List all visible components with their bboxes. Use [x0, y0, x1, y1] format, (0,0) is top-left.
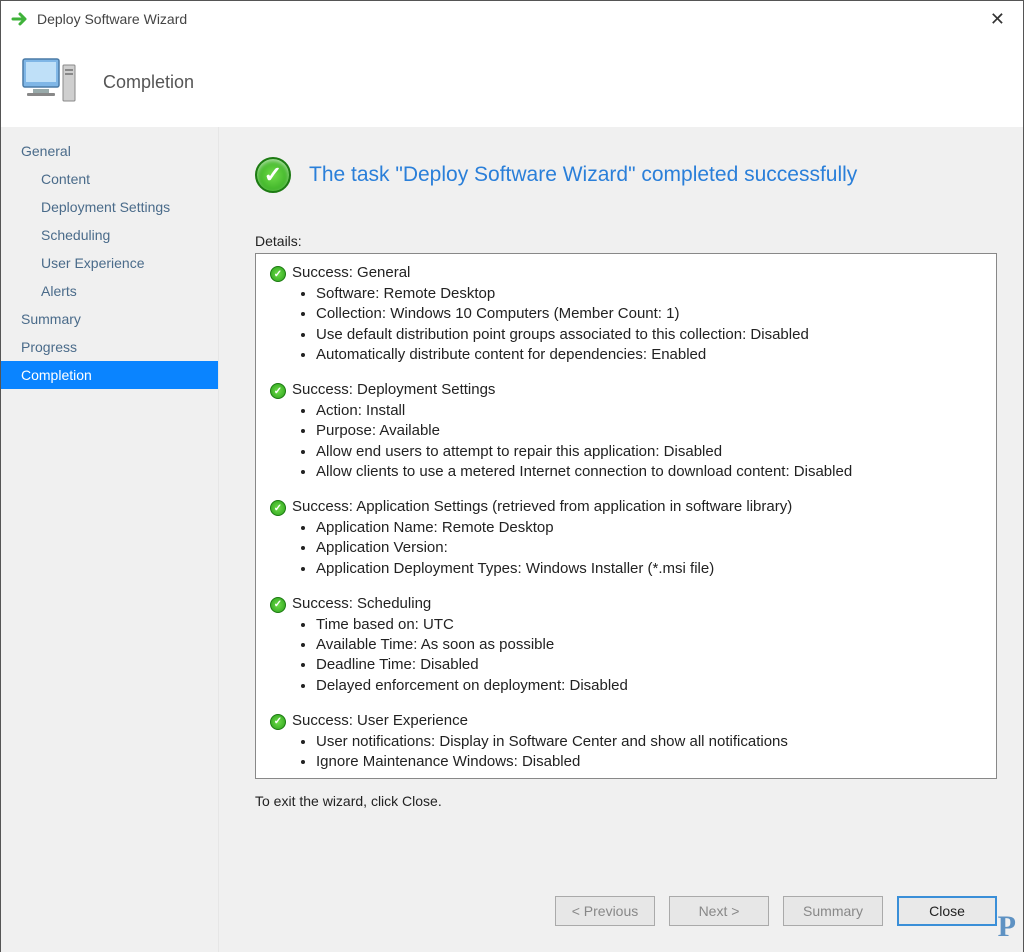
details-group-list: Software: Remote DesktopCollection: Wind… — [270, 284, 982, 365]
details-group: ✓ Success: User Experience User notificati… — [270, 712, 982, 773]
details-group-title: Success: General — [292, 264, 410, 281]
computer-icon — [21, 55, 79, 110]
wizard-header: Completion — [1, 37, 1023, 127]
details-group: ✓ Success: Deployment Settings Action: Ins… — [270, 381, 982, 482]
sidebar-item-content[interactable]: Content — [1, 165, 218, 193]
wizard-body: GeneralContentDeployment SettingsSchedul… — [1, 127, 1023, 952]
details-group-head: ✓ Success: General — [270, 264, 982, 282]
details-group-head: ✓ Success: Application Settings (retrieve… — [270, 498, 982, 516]
sidebar-item-scheduling[interactable]: Scheduling — [1, 221, 218, 249]
details-group-head: ✓ Success: Deployment Settings — [270, 381, 982, 399]
details-item: Action: Install — [316, 401, 982, 421]
wizard-content: ✓ The task "Deploy Software Wizard" comp… — [219, 127, 1023, 952]
success-banner: ✓ The task "Deploy Software Wizard" comp… — [255, 157, 997, 193]
sidebar-item-user-experience[interactable]: User Experience — [1, 249, 218, 277]
details-item: Allow end users to attempt to repair thi… — [316, 442, 982, 462]
details-label: Details: — [255, 233, 997, 249]
success-check-icon: ✓ — [270, 266, 286, 282]
sidebar-item-completion[interactable]: Completion — [1, 361, 218, 389]
details-group-title: Success: Scheduling — [292, 595, 431, 612]
success-check-icon: ✓ — [270, 597, 286, 613]
details-group-title: Success: User Experience — [292, 712, 468, 729]
details-item: Automatically distribute content for dep… — [316, 345, 982, 365]
details-item: User notifications: Display in Software … — [316, 732, 982, 752]
next-button: Next > — [669, 896, 769, 926]
details-item: Application Name: Remote Desktop — [316, 518, 982, 538]
sidebar-item-alerts[interactable]: Alerts — [1, 277, 218, 305]
wizard-sidebar: GeneralContentDeployment SettingsSchedul… — [1, 127, 219, 952]
details-group-list: Action: InstallPurpose: AvailableAllow e… — [270, 401, 982, 482]
sidebar-item-deployment-settings[interactable]: Deployment Settings — [1, 193, 218, 221]
details-group-title: Success: Application Settings (retrieved… — [292, 498, 792, 515]
sidebar-item-general[interactable]: General — [1, 137, 218, 165]
wizard-buttons: < Previous Next > Summary Close — [255, 884, 997, 942]
details-group: ✓ Success: Application Settings (retrieve… — [270, 498, 982, 579]
success-heading: The task "Deploy Software Wizard" comple… — [309, 163, 857, 187]
details-item: Application Version: — [316, 538, 982, 558]
details-item: Delayed enforcement on deployment: Disab… — [316, 676, 982, 696]
success-check-icon: ✓ — [270, 714, 286, 730]
details-group-list: Time based on: UTCAvailable Time: As soo… — [270, 615, 982, 696]
details-item: Use default distribution point groups as… — [316, 325, 982, 345]
details-item: Deadline Time: Disabled — [316, 655, 982, 675]
sidebar-item-progress[interactable]: Progress — [1, 333, 218, 361]
details-item: Application Deployment Types: Windows In… — [316, 559, 982, 579]
details-item: Available Time: As soon as possible — [316, 635, 982, 655]
success-check-icon: ✓ — [270, 500, 286, 516]
details-group-title: Success: Deployment Settings — [292, 381, 495, 398]
success-check-icon: ✓ — [255, 157, 291, 193]
summary-button: Summary — [783, 896, 883, 926]
details-item: Ignore Maintenance Windows: Disabled — [316, 752, 982, 772]
details-group: ✓ Success: Scheduling Time based on: UTCAv… — [270, 595, 982, 696]
exit-hint: To exit the wizard, click Close. — [255, 793, 997, 809]
details-item: Purpose: Available — [316, 421, 982, 441]
window-title: Deploy Software Wizard — [37, 11, 187, 27]
details-group-list: Application Name: Remote DesktopApplicat… — [270, 518, 982, 579]
details-item: Software: Remote Desktop — [316, 284, 982, 304]
sidebar-item-summary[interactable]: Summary — [1, 305, 218, 333]
details-group: ✓ Success: General Software: Remote Deskto… — [270, 264, 982, 365]
success-check-icon: ✓ — [270, 383, 286, 399]
wizard-arrow-icon — [11, 10, 29, 28]
details-group-head: ✓ Success: User Experience — [270, 712, 982, 730]
details-group-head: ✓ Success: Scheduling — [270, 595, 982, 613]
window-close-button[interactable]: ✕ — [982, 5, 1013, 34]
close-button[interactable]: Close — [897, 896, 997, 926]
details-box[interactable]: ✓ Success: General Software: Remote Deskto… — [255, 253, 997, 779]
details-item: Allow clients to use a metered Internet … — [316, 462, 982, 482]
page-title: Completion — [103, 72, 194, 93]
titlebar: Deploy Software Wizard ✕ — [1, 1, 1023, 37]
details-item: Collection: Windows 10 Computers (Member… — [316, 304, 982, 324]
details-item: Time based on: UTC — [316, 615, 982, 635]
previous-button: < Previous — [555, 896, 655, 926]
details-group-list: User notifications: Display in Software … — [270, 732, 982, 773]
